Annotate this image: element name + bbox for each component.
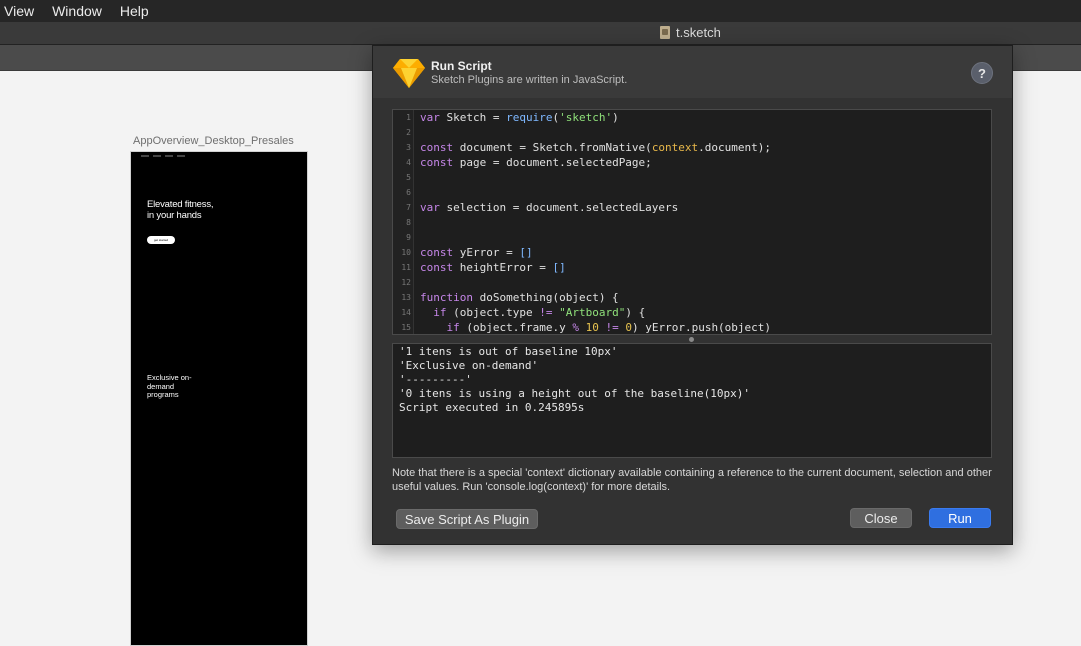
output-line: 'Exclusive on-demand' bbox=[399, 359, 539, 372]
window-title-text: t.sketch bbox=[676, 25, 721, 40]
line-number: 13 bbox=[401, 293, 411, 302]
artboard-feature-text: Exclusive on-demand programs bbox=[147, 373, 192, 399]
code-line: 8 bbox=[393, 215, 420, 230]
dialog-title: Run Script bbox=[431, 59, 492, 73]
code-line: 7 var selection = document.selectedLayers bbox=[393, 200, 678, 215]
line-number: 10 bbox=[401, 248, 411, 257]
code-line: 5 bbox=[393, 170, 420, 185]
line-number: 9 bbox=[406, 233, 411, 242]
window-title: t.sketch bbox=[660, 25, 721, 40]
code-line: 2 bbox=[393, 125, 420, 140]
sketch-document-icon bbox=[660, 26, 670, 39]
dialog-header: Run Script Sketch Plugins are written in… bbox=[373, 46, 1012, 98]
output-line: '---------' bbox=[399, 373, 472, 386]
sketch-diamond-icon bbox=[393, 59, 425, 88]
run-script-dialog: Run Script Sketch Plugins are written in… bbox=[372, 45, 1013, 545]
code-text: if (object.type != "Artboard") { bbox=[433, 306, 646, 319]
output-line: Script executed in 0.245895s bbox=[399, 401, 585, 414]
line-number: 8 bbox=[406, 218, 411, 227]
menu-view[interactable]: View bbox=[0, 3, 42, 19]
code-line: 1 var Sketch = require('sketch') bbox=[393, 110, 619, 125]
code-text: const yError = [] bbox=[420, 246, 533, 259]
code-line: 6 bbox=[393, 185, 420, 200]
code-text: const page = document.selectedPage; bbox=[420, 156, 652, 169]
code-text: function doSomething(object) { bbox=[420, 291, 619, 304]
split-resize-handle[interactable] bbox=[689, 337, 694, 342]
line-number: 7 bbox=[406, 203, 411, 212]
line-number: 1 bbox=[406, 113, 411, 122]
dialog-subtitle: Sketch Plugins are written in JavaScript… bbox=[431, 74, 628, 86]
code-line: 9 bbox=[393, 230, 420, 245]
save-script-as-plugin-button[interactable]: Save Script As Plugin bbox=[396, 509, 538, 529]
code-line: 3 const document = Sketch.fromNative(cont… bbox=[393, 140, 771, 155]
line-number: 6 bbox=[406, 188, 411, 197]
code-line: 11 const heightError = [] bbox=[393, 260, 566, 275]
run-button[interactable]: Run bbox=[929, 508, 991, 528]
code-line: 4 const page = document.selectedPage; bbox=[393, 155, 652, 170]
code-text: if (object.frame.y % 10 != 0) yError.pus… bbox=[446, 321, 772, 334]
line-number: 11 bbox=[401, 263, 411, 272]
line-number: 12 bbox=[401, 278, 411, 287]
line-number: 3 bbox=[406, 143, 411, 152]
code-editor[interactable]: 1 var Sketch = require('sketch') 2 3 const d… bbox=[392, 109, 992, 335]
code-text: const document = Sketch.fromNative(conte… bbox=[420, 141, 772, 154]
code-text: var Sketch = require('sketch') bbox=[420, 111, 619, 124]
code-line: 15 if (object.frame.y % 10 != 0) yError.… bbox=[393, 320, 772, 334]
line-number: 5 bbox=[406, 173, 411, 182]
context-note: Note that there is a special 'context' d… bbox=[392, 467, 992, 493]
artboard-nav bbox=[141, 155, 185, 157]
artboard[interactable]: Elevated fitness, in your hands get star… bbox=[130, 151, 308, 646]
code-line: 13 function doSomething(object) { bbox=[393, 290, 619, 305]
output-line: '0 itens is using a height out of the ba… bbox=[399, 387, 750, 400]
line-number: 2 bbox=[406, 128, 411, 137]
close-button[interactable]: Close bbox=[850, 508, 912, 528]
line-number: 4 bbox=[406, 158, 411, 167]
output-console: '1 itens is out of baseline 10px' 'Exclu… bbox=[392, 343, 992, 458]
window-titlebar: t.sketch bbox=[0, 22, 1081, 45]
menu-window[interactable]: Window bbox=[48, 3, 110, 19]
menu-help[interactable]: Help bbox=[116, 3, 157, 19]
menu-bar: View Window Help bbox=[0, 0, 1081, 22]
code-text: var selection = document.selectedLayers bbox=[420, 201, 679, 214]
code-line: 10 const yError = [] bbox=[393, 245, 533, 260]
code-line: 12 bbox=[393, 275, 420, 290]
output-line: '1 itens is out of baseline 10px' bbox=[399, 345, 618, 358]
artboard-cta-button: get started bbox=[147, 236, 175, 244]
code-line: 14 if (object.type != "Artboard") { bbox=[393, 305, 645, 320]
artboard-hero-text: Elevated fitness, in your hands bbox=[147, 199, 214, 221]
help-button[interactable]: ? bbox=[971, 62, 993, 84]
artboard-label[interactable]: AppOverview_Desktop_Presales bbox=[133, 135, 294, 147]
code-text: const heightError = [] bbox=[420, 261, 566, 274]
line-number: 15 bbox=[401, 323, 411, 332]
line-number: 14 bbox=[401, 308, 411, 317]
